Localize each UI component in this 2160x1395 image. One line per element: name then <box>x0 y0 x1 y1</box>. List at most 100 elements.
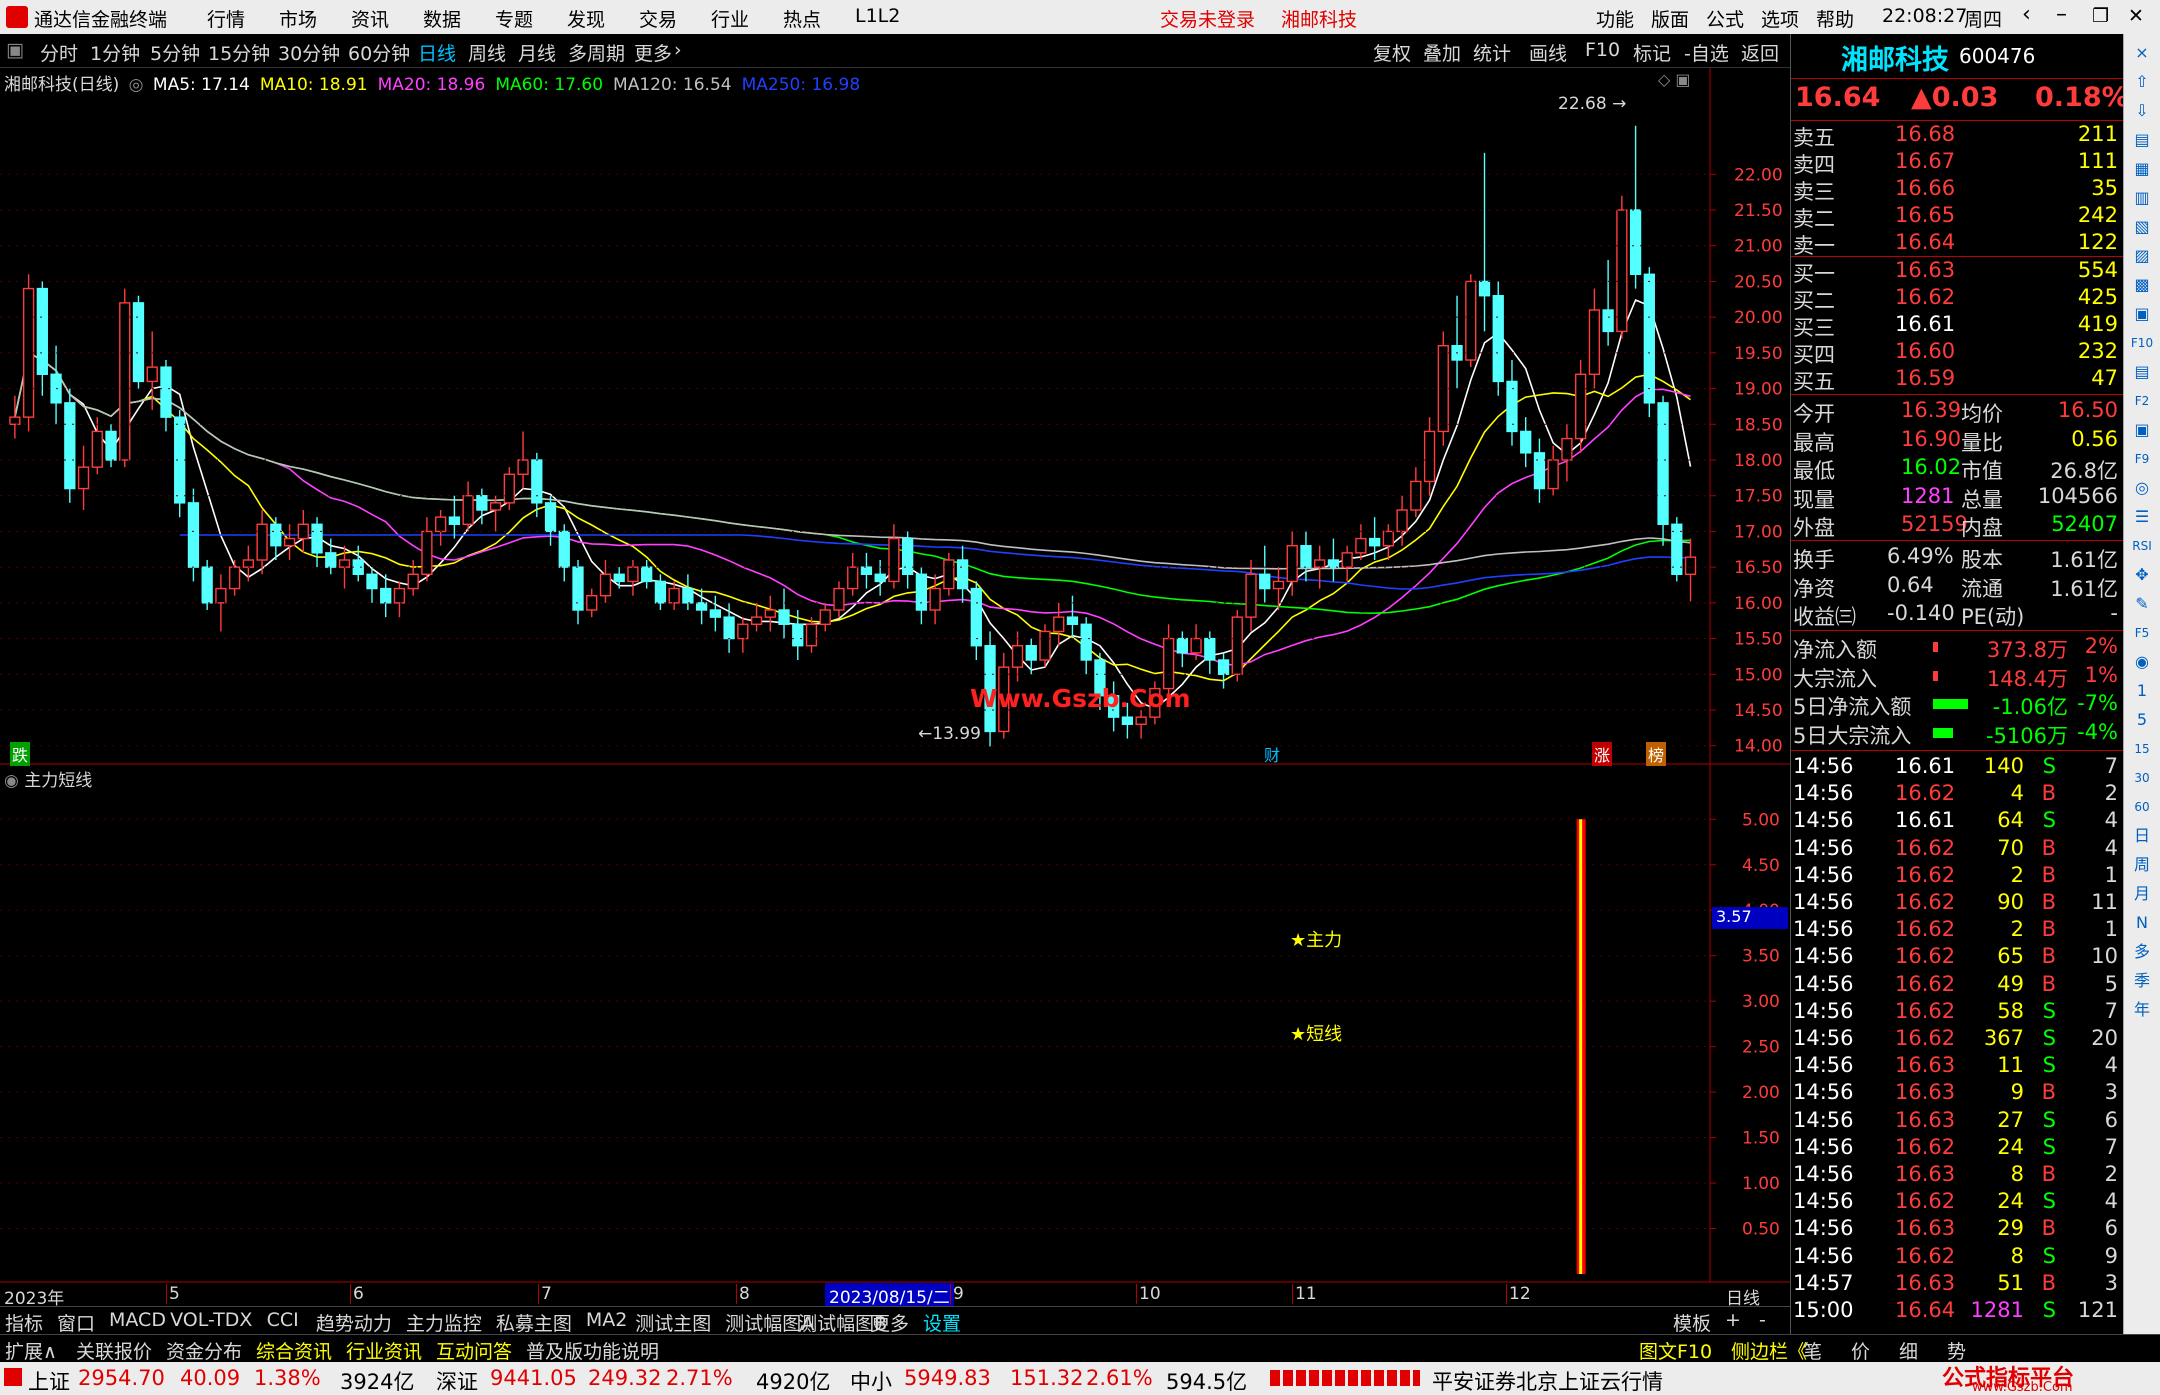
dropdown-circle-icon[interactable]: ◉ <box>4 771 19 791</box>
side-tool-icon[interactable]: RSI <box>2128 533 2156 559</box>
tick-row[interactable]: 14:56 16.62 8 S 9 <box>1791 1244 2124 1271</box>
candle[interactable] <box>586 588 598 618</box>
btn-huaxian[interactable]: 画线 <box>1529 39 1567 66</box>
side-tool-icon[interactable]: 日 <box>2128 823 2156 849</box>
candle[interactable] <box>750 602 763 632</box>
tick-row[interactable]: 14:56 16.63 9 B 3 <box>1791 1080 2124 1107</box>
mark-cai[interactable]: 财 <box>1264 742 1280 766</box>
info-tab-right[interactable]: 笔 <box>1800 1337 1825 1364</box>
settings-circle-icon[interactable]: ◎ <box>129 75 144 95</box>
candle[interactable] <box>1176 631 1188 668</box>
candle[interactable] <box>174 410 186 518</box>
candle[interactable] <box>695 588 708 625</box>
candle[interactable] <box>641 560 653 589</box>
tick-row[interactable]: 14:56 16.62 2 B 1 <box>1791 917 2124 944</box>
candle[interactable] <box>1341 545 1353 582</box>
candle[interactable] <box>64 388 76 503</box>
candle[interactable] <box>558 524 570 582</box>
candle[interactable] <box>805 617 818 653</box>
template-tab[interactable]: 模板 <box>1670 1309 1714 1336</box>
tick-row[interactable]: 14:56 16.62 70 B 4 <box>1791 836 2124 863</box>
mark-zhang[interactable]: 涨 <box>1592 742 1613 766</box>
stat-row[interactable]: 外盘 52159 内盘 52407 <box>1791 512 2124 540</box>
bid-row[interactable]: 买四 16.60 232 <box>1791 339 2124 367</box>
menu-zixun[interactable]: 资讯 <box>351 5 389 32</box>
candle[interactable] <box>1533 438 1546 503</box>
tick-row[interactable]: 14:56 16.63 8 B 2 <box>1791 1162 2124 1189</box>
candle[interactable] <box>393 581 406 618</box>
template-tab[interactable]: - <box>1756 1309 1769 1331</box>
side-tool-icon[interactable]: 15 <box>2128 736 2156 762</box>
candle[interactable] <box>36 281 48 396</box>
side-tool-icon[interactable]: 60 <box>2128 794 2156 820</box>
stat2-row[interactable]: 净资 0.64 流通 1.61亿 <box>1791 573 2124 601</box>
candle[interactable] <box>270 517 282 560</box>
info-tab[interactable]: 综合资讯 <box>253 1337 335 1364</box>
tick-row[interactable]: 14:56 16.62 90 B 11 <box>1791 890 2124 917</box>
bid-row[interactable]: 买五 16.59 47 <box>1791 366 2124 394</box>
menu-shichang[interactable]: 市场 <box>279 5 317 32</box>
side-tool-icon[interactable]: ▤ <box>2128 127 2156 153</box>
side-tool-icon[interactable]: F10 <box>2128 330 2156 356</box>
period-30min[interactable]: 30分钟 <box>278 39 340 66</box>
menu-shuju[interactable]: 数据 <box>423 5 461 32</box>
side-tool-icon[interactable]: ▧ <box>2128 214 2156 240</box>
template-tab[interactable]: + <box>1722 1309 1744 1331</box>
candle[interactable] <box>380 574 392 618</box>
side-tool-icon[interactable]: N <box>2128 910 2156 936</box>
side-tool-icon[interactable]: ☰ <box>2128 504 2156 530</box>
candle[interactable] <box>1588 288 1601 389</box>
candle[interactable] <box>544 495 557 546</box>
tick-row[interactable]: 14:56 16.63 11 S 4 <box>1791 1053 2124 1080</box>
candle[interactable] <box>297 510 309 553</box>
indicator-tab[interactable]: MACD <box>106 1309 169 1331</box>
candle[interactable] <box>1080 617 1092 675</box>
candle[interactable] <box>1671 517 1683 582</box>
side-tool-icon[interactable]: ◉ <box>2128 649 2156 675</box>
candle[interactable] <box>1643 267 1655 418</box>
period-more[interactable]: 更多 <box>634 39 672 66</box>
stat2-row[interactable]: 收益㈢ -0.140 PE(动) - <box>1791 601 2124 629</box>
bid-row[interactable]: 买一 16.63 554 <box>1791 258 2124 286</box>
candle[interactable] <box>242 545 255 582</box>
sz-label[interactable]: 深证 <box>436 1366 478 1395</box>
side-tool-icon[interactable]: 周 <box>2128 852 2156 878</box>
side-tool-icon[interactable]: 季 <box>2128 968 2156 994</box>
candle[interactable] <box>1437 331 1449 446</box>
stat-row[interactable]: 最高 16.90 量比 0.56 <box>1791 427 2124 455</box>
candle[interactable] <box>407 560 419 596</box>
flow-row[interactable]: 5日大宗流入 -5106万 -4% <box>1791 720 2124 748</box>
menu-faxian[interactable]: 发现 <box>567 5 605 32</box>
indicator-tab[interactable]: 窗口 <box>54 1309 98 1336</box>
candle[interactable] <box>654 574 667 610</box>
candle[interactable] <box>929 574 941 625</box>
candle[interactable] <box>1245 560 1257 632</box>
side-tool-icon[interactable]: ✎ <box>2128 591 2156 617</box>
candle[interactable] <box>572 560 584 625</box>
btn-f10[interactable]: F10 <box>1585 39 1620 61</box>
tick-row[interactable]: 14:56 16.62 58 S 7 <box>1791 999 2124 1026</box>
period-week[interactable]: 周线 <box>468 39 506 66</box>
candle[interactable] <box>1066 595 1079 639</box>
btn-zixuan[interactable]: -自选 <box>1684 39 1729 66</box>
flow-row[interactable]: 净流入额 373.8万 2% <box>1791 634 2124 662</box>
bid-row[interactable]: 买二 16.62 425 <box>1791 285 2124 313</box>
candle[interactable] <box>228 560 241 596</box>
tick-row[interactable]: 14:56 16.61 64 S 4 <box>1791 808 2124 835</box>
stat-row[interactable]: 最低 16.02 市值 26.8亿 <box>1791 455 2124 483</box>
menu-bangzhu[interactable]: 帮助 <box>1816 5 1854 32</box>
indicator-tab[interactable]: VOL-TDX <box>167 1309 255 1331</box>
side-tool-icon[interactable]: ◎ <box>2128 475 2156 501</box>
btn-fanhui[interactable]: 返回 <box>1741 39 1779 66</box>
btn-diejia[interactable]: 叠加 <box>1423 39 1461 66</box>
indicator-tab[interactable]: 私募主图 <box>493 1309 575 1336</box>
indicator-tab[interactable]: 主力监控 <box>403 1309 485 1336</box>
side-tool-icon[interactable]: ⇧ <box>2128 69 2156 95</box>
info-tab-right[interactable]: 细 <box>1896 1337 1921 1364</box>
period-day[interactable]: 日线 <box>418 39 456 66</box>
ask-row[interactable]: 卖四 16.67 111 <box>1791 149 2124 177</box>
candle[interactable] <box>1684 538 1697 602</box>
candle[interactable] <box>1355 524 1367 560</box>
indicator-tab[interactable]: MA2 <box>583 1309 630 1331</box>
menu-gongneng[interactable]: 功能 <box>1596 5 1634 32</box>
